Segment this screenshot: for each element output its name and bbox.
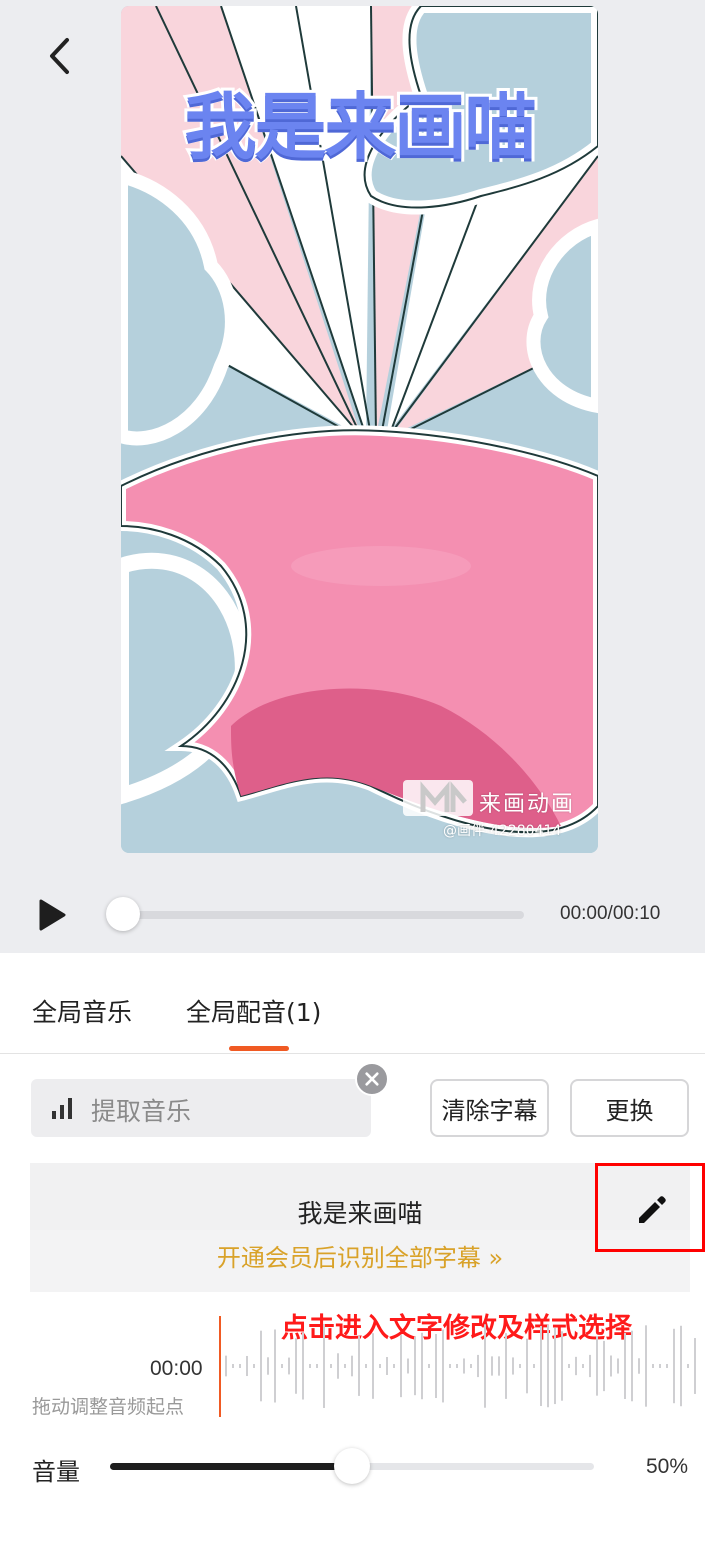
- audio-start-time: 00:00: [150, 1357, 203, 1380]
- audio-start-hint: 拖动调整音频起点: [32, 1396, 185, 1418]
- video-title-overlay: 我是来画喵: [181, 82, 539, 172]
- watermark-logo-icon: [403, 780, 473, 816]
- tab-global-dubbing[interactable]: 全局配音(1): [186, 993, 321, 1029]
- watermark-brand: 来画动画: [479, 792, 576, 817]
- extract-music-button[interactable]: 提取音乐: [31, 1079, 371, 1137]
- back-icon[interactable]: [40, 34, 82, 78]
- tab-global-music[interactable]: 全局音乐: [32, 993, 132, 1029]
- watermark-id: @画伴-42280414: [443, 823, 562, 839]
- replace-button[interactable]: 更换: [570, 1079, 689, 1137]
- audio-waveform[interactable]: [222, 1316, 705, 1416]
- video-frame[interactable]: 我是来画喵 来画动画 @画伴-42280414: [121, 6, 598, 853]
- audio-start-marker: [219, 1316, 221, 1417]
- subtitle-card: 我是来画喵 开通会员后识别全部字幕 »: [30, 1163, 690, 1292]
- subtitle-text[interactable]: 我是来画喵: [30, 1194, 690, 1230]
- volume-value: 50%: [646, 1455, 689, 1478]
- playback-time: 00:00/00:10: [560, 903, 661, 924]
- active-tab-indicator: [229, 1046, 289, 1051]
- play-icon[interactable]: [38, 898, 66, 932]
- playback-progress-track[interactable]: [116, 911, 524, 919]
- extract-music-label: 提取音乐: [91, 1097, 192, 1126]
- volume-thumb[interactable]: [334, 1448, 370, 1484]
- clear-subtitles-button[interactable]: 清除字幕: [430, 1079, 549, 1137]
- bars-icon: [52, 1098, 72, 1119]
- volume-label: 音量: [32, 1458, 80, 1486]
- tabs-divider: [0, 1053, 705, 1054]
- volume-fill: [110, 1463, 352, 1470]
- video-preview-area: 我是来画喵 来画动画 @画伴-42280414 00:00/00:10: [0, 0, 705, 953]
- playback-progress-thumb[interactable]: [106, 897, 140, 931]
- vip-subtitles-link[interactable]: 开通会员后识别全部字幕 »: [30, 1238, 690, 1273]
- pencil-icon[interactable]: [633, 1192, 669, 1228]
- close-icon[interactable]: [355, 1062, 389, 1096]
